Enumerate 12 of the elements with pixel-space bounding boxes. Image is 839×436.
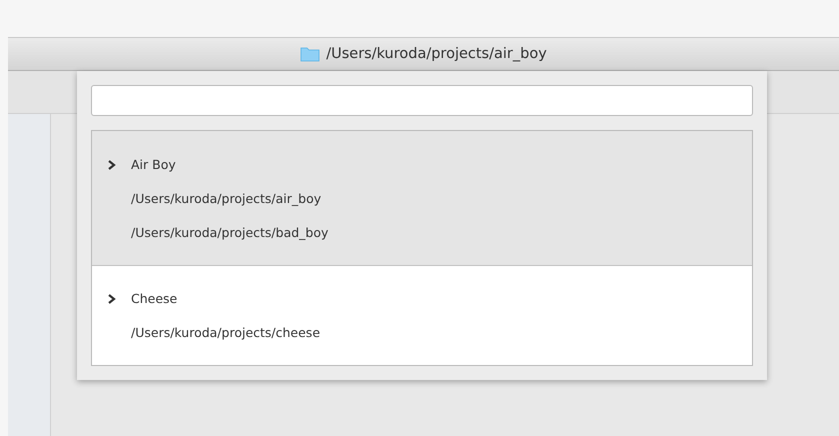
project-path[interactable]: /Users/kuroda/projects/bad_boy: [92, 225, 328, 241]
project-path[interactable]: /Users/kuroda/projects/air_boy: [92, 191, 322, 207]
project-group[interactable]: Air Boy /Users/kuroda/projects/air_boy /Users/kuroda/projects/bad_boy: [92, 131, 752, 266]
project-path[interactable]: /Users/kuroda/projects/cheese: [92, 325, 320, 341]
project-name: Air Boy: [131, 157, 176, 173]
project-name: Cheese: [131, 291, 178, 307]
search-field[interactable]: [91, 85, 753, 116]
window-title: /Users/kuroda/projects/air_boy: [326, 46, 547, 62]
chevron-icon: [108, 160, 116, 170]
folder-icon: [300, 46, 320, 62]
project-group[interactable]: Cheese /Users/kuroda/projects/cheese: [92, 266, 752, 365]
chevron-icon: [108, 294, 116, 304]
